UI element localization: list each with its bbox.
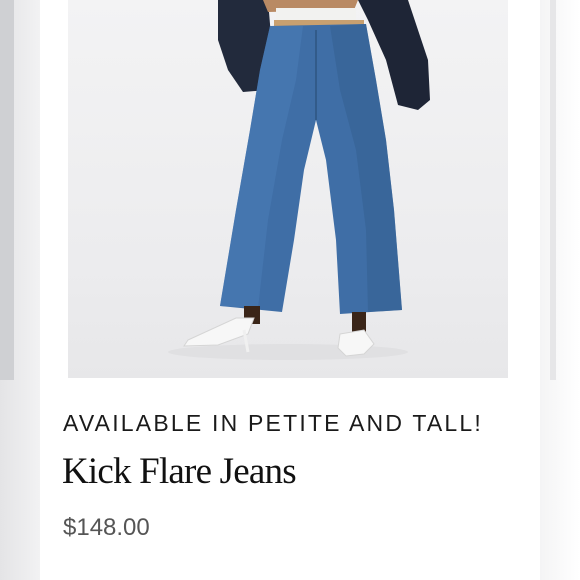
model-photo-illustration: [168, 0, 430, 360]
background-right: [540, 0, 580, 580]
promo-text: AVAILABLE IN PETITE AND TALL!: [63, 410, 484, 436]
background-left: [0, 0, 40, 580]
product-name[interactable]: Kick Flare Jeans: [62, 450, 297, 493]
product-card[interactable]: AVAILABLE IN PETITE AND TALL! Kick Flare…: [40, 0, 540, 580]
product-image[interactable]: [68, 0, 508, 378]
product-price: $148.00: [63, 514, 150, 541]
